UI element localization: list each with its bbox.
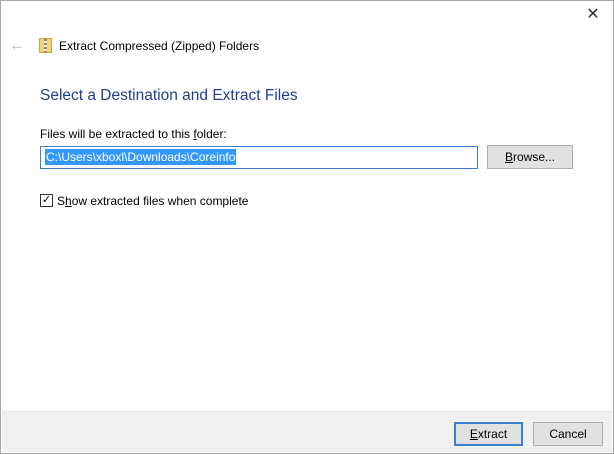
back-arrow-icon[interactable]: ←: [9, 37, 25, 55]
zip-folder-icon: [39, 38, 52, 53]
close-button[interactable]: ✕: [581, 5, 605, 25]
show-files-label[interactable]: Show extracted files when complete: [57, 194, 248, 208]
show-files-checkbox[interactable]: ✓: [40, 194, 53, 207]
extract-mnemonic: E: [469, 427, 478, 441]
extract-label: xtract: [477, 427, 508, 441]
label-mnemonic: h: [65, 194, 72, 208]
label-text: older:: [196, 127, 227, 141]
destination-label: Files will be extracted to this folder:: [40, 127, 227, 141]
destination-value: C:\Users\xboxl\Downloads\Coreinfo: [45, 149, 237, 165]
browse-button[interactable]: Browse...: [487, 145, 573, 169]
extract-dialog: ✕ ← Extract Compressed (Zipped) Folders …: [0, 0, 614, 454]
page-heading: Select a Destination and Extract Files: [40, 87, 298, 104]
label-text: ow extracted files when complete: [71, 194, 249, 208]
window-title: Extract Compressed (Zipped) Folders: [59, 39, 260, 53]
browse-mnemonic: B: [504, 150, 513, 164]
cancel-button[interactable]: Cancel: [533, 422, 603, 446]
browse-label: rowse...: [513, 150, 556, 164]
label-text: Files will be extracted to this: [40, 127, 194, 141]
destination-input[interactable]: C:\Users\xboxl\Downloads\Coreinfo: [40, 146, 478, 169]
label-text: S: [57, 194, 66, 208]
extract-button[interactable]: Extract: [454, 422, 523, 446]
